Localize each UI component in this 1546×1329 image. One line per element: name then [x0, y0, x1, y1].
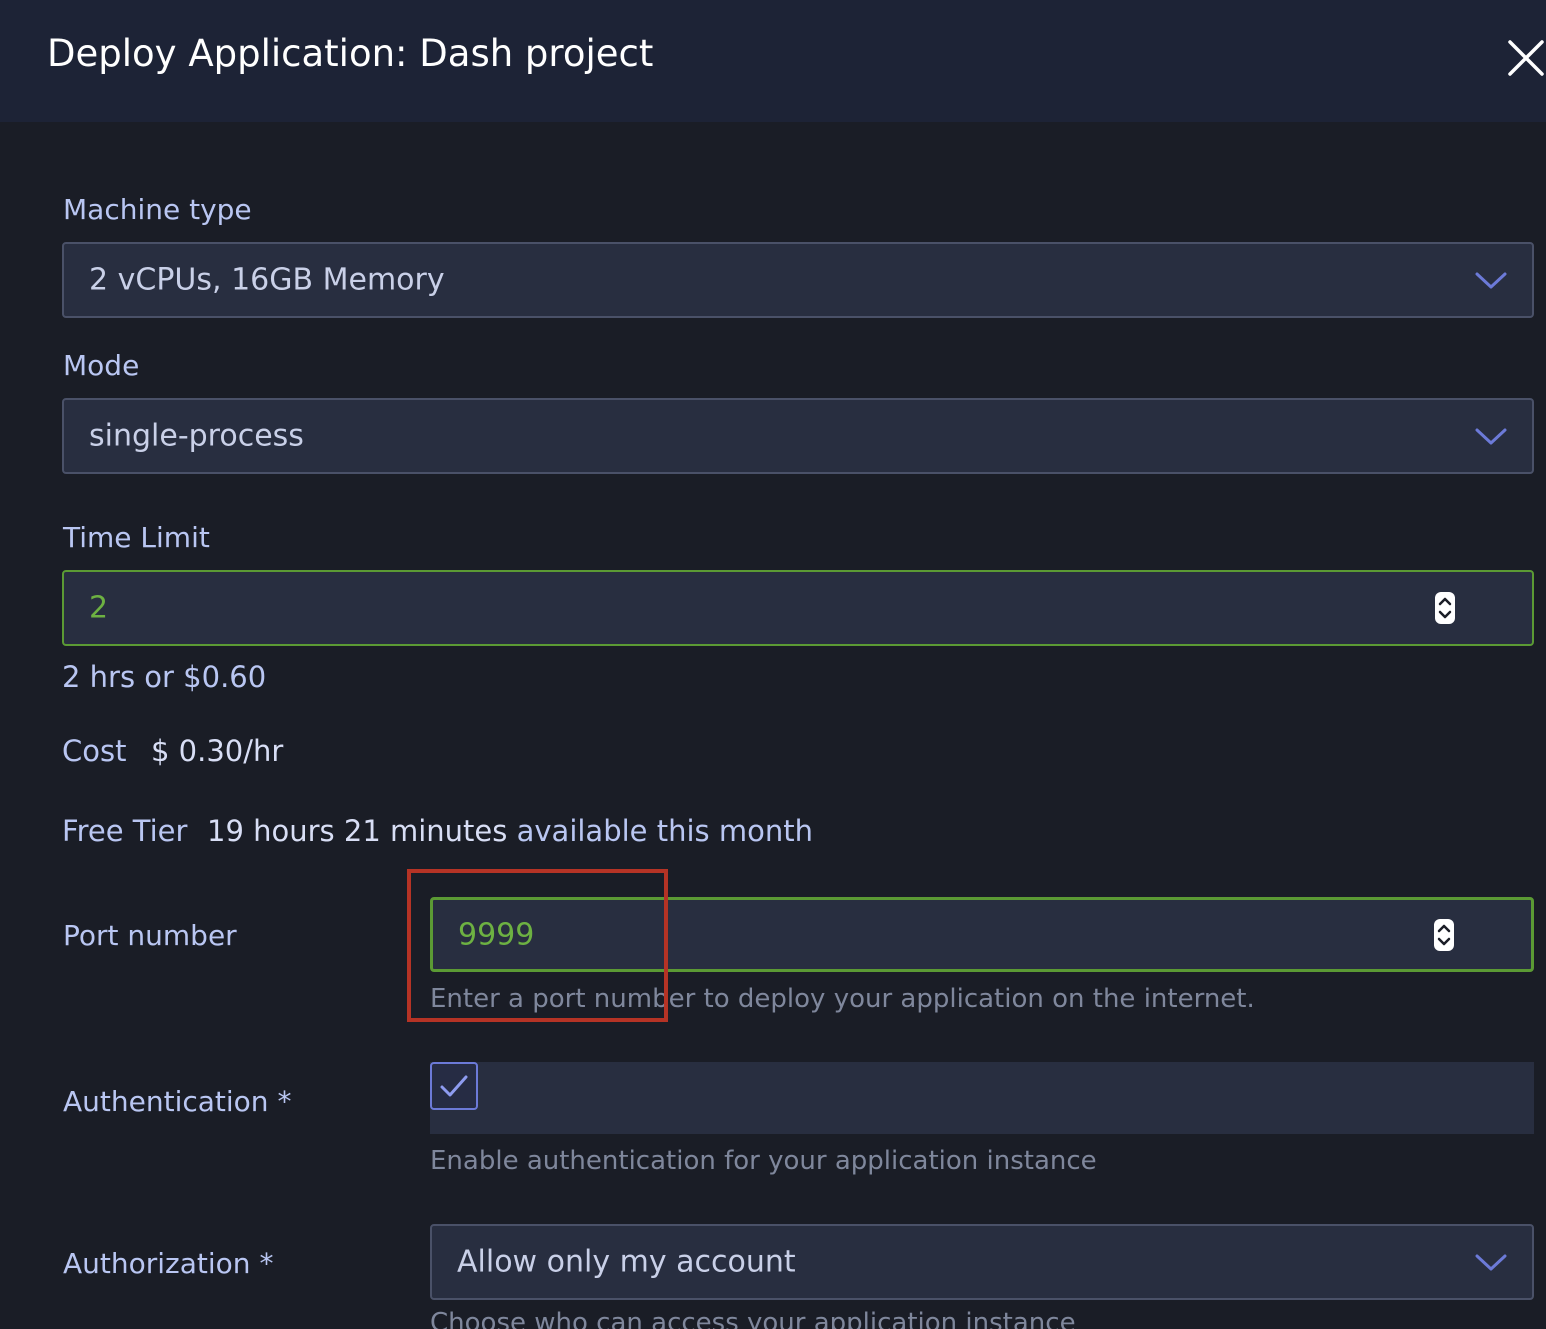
mode-value: single-process: [89, 418, 304, 454]
chevron-down-icon: [1475, 272, 1507, 289]
chevron-down-icon: [1475, 428, 1507, 445]
authentication-helper: Enable authentication for your applicati…: [430, 1146, 1097, 1176]
cost-value: $ 0.30/hr: [151, 734, 284, 768]
mode-label: Mode: [63, 349, 140, 382]
stepper-icon[interactable]: [1433, 918, 1455, 952]
deploy-dialog: Deploy Application: Dash project Machine…: [0, 0, 1546, 1329]
authorization-helper: Choose who can access your application i…: [430, 1308, 1076, 1329]
close-button[interactable]: [1504, 36, 1546, 80]
free-tier-amount: 19 hours 21 minutes: [207, 814, 508, 848]
free-tier-text: 19 hours 21 minutes available this month: [207, 814, 813, 848]
time-limit-summary: 2 hrs or $0.60: [62, 660, 267, 694]
authentication-checkbox[interactable]: [430, 1062, 478, 1110]
port-number-helper: Enter a port number to deploy your appli…: [430, 984, 1255, 1014]
authentication-field: [430, 1062, 1534, 1134]
time-limit-label: Time Limit: [63, 521, 210, 554]
port-number-value: 9999: [458, 917, 535, 952]
time-limit-value: 2: [89, 590, 109, 626]
stepper-icon[interactable]: [1434, 591, 1456, 625]
checkmark-icon: [440, 1075, 468, 1097]
machine-type-select[interactable]: 2 vCPUs, 16GB Memory: [62, 242, 1534, 318]
authorization-value: Allow only my account: [457, 1244, 796, 1280]
cost-label: Cost: [62, 734, 127, 768]
dialog-header: Deploy Application: Dash project: [0, 0, 1546, 122]
authorization-label: Authorization *: [63, 1247, 274, 1280]
free-tier-label: Free Tier: [62, 814, 188, 848]
machine-type-label: Machine type: [63, 193, 252, 226]
authentication-label: Authentication *: [63, 1085, 292, 1118]
free-tier-suffix: available this month: [516, 814, 813, 848]
authorization-select[interactable]: Allow only my account: [430, 1224, 1534, 1300]
port-number-label: Port number: [63, 919, 237, 952]
machine-type-value: 2 vCPUs, 16GB Memory: [89, 262, 445, 298]
mode-select[interactable]: single-process: [62, 398, 1534, 474]
time-limit-input[interactable]: 2: [62, 570, 1534, 646]
close-icon: [1508, 40, 1544, 76]
chevron-down-icon: [1475, 1254, 1507, 1271]
dialog-title: Deploy Application: Dash project: [47, 32, 654, 75]
port-number-input[interactable]: 9999: [430, 897, 1534, 972]
